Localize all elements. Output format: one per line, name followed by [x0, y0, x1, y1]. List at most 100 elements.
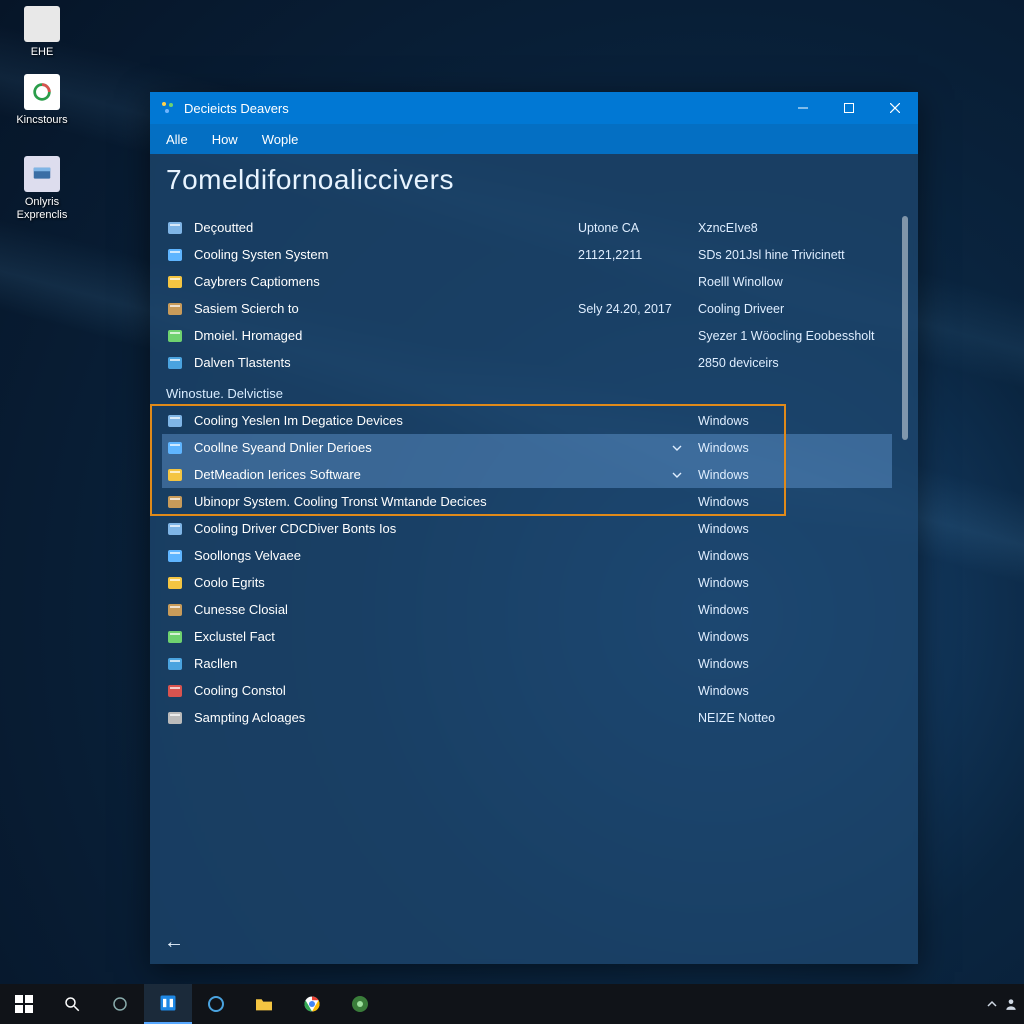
list-mid: 21121,2211 [578, 248, 688, 262]
list-item-label: Coollne Syeand Dnlier Derioes [194, 440, 662, 455]
list-item[interactable]: Coollne Syeand Dnlier Derioes Windows [162, 434, 892, 461]
file-icon [24, 6, 60, 42]
desktop-icon-onlyris[interactable]: Onlyris Exprenclis [10, 156, 74, 221]
list-item-right: Windows [698, 468, 888, 482]
row-icon [166, 246, 184, 264]
list-item-right: Windows [698, 630, 888, 644]
list-item[interactable]: Caybrers Captiomens Roelll Winollow [162, 268, 892, 295]
chevron-down-icon [672, 470, 688, 480]
app-icon [24, 156, 60, 192]
row-icon [166, 493, 184, 511]
list-item-right: Windows [698, 684, 888, 698]
tray-chevron-icon[interactable] [986, 998, 998, 1010]
system-tray[interactable] [986, 997, 1024, 1011]
content-area: Deçoutted Uptone CA XzncEIve8 Cooling Syste… [150, 210, 918, 964]
list-item[interactable]: Deçoutted Uptone CA XzncEIve8 [162, 214, 892, 241]
menubar: Alle How Wople [150, 124, 918, 154]
app-icon [160, 100, 176, 116]
row-icon [166, 574, 184, 592]
row-icon [166, 219, 184, 237]
row-icon [166, 655, 184, 673]
desktop-icon-label: Kincstours [10, 114, 74, 127]
list-item[interactable]: Ubinopr System. Cooling Tronst Wmtande D… [162, 488, 892, 515]
desktop-icon-label: EHE [10, 46, 74, 59]
list-mid: Uptone CA [578, 221, 688, 235]
row-icon [166, 327, 184, 345]
row-icon [166, 601, 184, 619]
row-icon [166, 273, 184, 291]
desktop-icon-ehe[interactable]: EHE [10, 6, 74, 59]
scrollbar[interactable] [902, 216, 908, 440]
tray-user-icon[interactable] [1004, 997, 1018, 1011]
menu-alle[interactable]: Alle [166, 132, 188, 147]
list-item[interactable]: Soollongs Velvaee Windows [162, 542, 892, 569]
row-icon [166, 709, 184, 727]
list-item-right: Syezer 1 Wöocling Eoobessholt [698, 329, 888, 343]
taskbar-app-1[interactable] [144, 984, 192, 1024]
menu-wople[interactable]: Wople [262, 132, 299, 147]
row-icon [166, 466, 184, 484]
list-item-label: Soollongs Velvaee [194, 548, 688, 563]
section-header: Winostue. Delvictise [162, 376, 892, 407]
list-item[interactable]: Dalven Tlastents2850 deviceirs [162, 349, 892, 376]
row-icon [166, 628, 184, 646]
list-item-label: Cooling Driver CDCDiver Bonts Ios [194, 521, 688, 536]
list-item-right: SDs 201Jsl hine Trivicinett [698, 248, 888, 262]
chevron-down-icon [672, 443, 688, 453]
desktop-icon-kincstours[interactable]: Kincstours [10, 74, 74, 127]
list-item[interactable]: Cooling Driver CDCDiver Bonts IosWindows [162, 515, 892, 542]
list-item[interactable]: Dmoiel. HromagedSyezer 1 Wöocling Eoobes… [162, 322, 892, 349]
list-item-right: Windows [698, 495, 888, 509]
list-item-right: Windows [698, 576, 888, 590]
list-item-label: Cunesse Closial [194, 602, 688, 617]
start-button[interactable] [0, 984, 48, 1024]
list-item[interactable]: Coolo Egrits Windows [162, 569, 892, 596]
row-icon [166, 547, 184, 565]
list-item-label: Sampting Acloages [194, 710, 688, 725]
search-button[interactable] [48, 984, 96, 1024]
list-item[interactable]: Exclustel FactWindows [162, 623, 892, 650]
minimize-button[interactable] [780, 92, 826, 124]
list-item-right: Windows [698, 657, 888, 671]
list-item-label: Sasiem Scierch to [194, 301, 568, 316]
list-item[interactable]: Cunesse Closial Windows [162, 596, 892, 623]
list-item[interactable]: RacllenWindows [162, 650, 892, 677]
list-item-right: Cooling Driveer [698, 302, 888, 316]
row-icon [166, 300, 184, 318]
list-item[interactable]: DetMeadion Ierices Software Windows [162, 461, 892, 488]
app-icon [24, 74, 60, 110]
list-item[interactable]: Sasiem Scierch toSely 24.20, 2017Cooling… [162, 295, 892, 322]
close-button[interactable] [872, 92, 918, 124]
list-item[interactable]: Sampting AcloagesNEIZE Notteo [162, 704, 892, 731]
list-item-right: Windows [698, 603, 888, 617]
device-manager-window: Decieicts Deavers Alle How Wople 7omeldi… [150, 92, 918, 964]
menu-how[interactable]: How [212, 132, 238, 147]
list-item-label: Deçoutted [194, 220, 568, 235]
list-item[interactable]: Cooling Yeslen Im Degatice DevicesWindow… [162, 407, 892, 434]
back-button[interactable]: ← [164, 931, 184, 954]
list-item-right: XzncEIve8 [698, 221, 888, 235]
list-item-right: Windows [698, 441, 888, 455]
list-item-label: Cooling Constol [194, 683, 688, 698]
taskbar-app-cortana-icon[interactable] [192, 984, 240, 1024]
list-item-label: Cooling Yeslen Im Degatice Devices [194, 413, 662, 428]
titlebar[interactable]: Decieicts Deavers [150, 92, 918, 124]
row-icon [166, 412, 184, 430]
row-icon [166, 520, 184, 538]
taskbar-app-chrome[interactable] [288, 984, 336, 1024]
list-item-label: Coolo Egrits [194, 575, 688, 590]
list-item-right: Roelll Winollow [698, 275, 888, 289]
taskbar-app-green[interactable] [336, 984, 384, 1024]
taskbar-app-folder[interactable] [240, 984, 288, 1024]
list-item-label: Cooling Systen System [194, 247, 568, 262]
row-icon [166, 439, 184, 457]
cortana-button[interactable] [96, 984, 144, 1024]
maximize-button[interactable] [826, 92, 872, 124]
list-item[interactable]: Cooling Constol Windows [162, 677, 892, 704]
list-item-right: 2850 deviceirs [698, 356, 888, 370]
desktop-icon-label: Onlyris Exprenclis [10, 196, 74, 221]
list-item-label: Caybrers Captiomens [194, 274, 568, 289]
list-item-right: Windows [698, 549, 888, 563]
list-item-label: DetMeadion Ierices Software [194, 467, 662, 482]
list-item[interactable]: Cooling Systen System 21121,2211 SDs 201Js… [162, 241, 892, 268]
